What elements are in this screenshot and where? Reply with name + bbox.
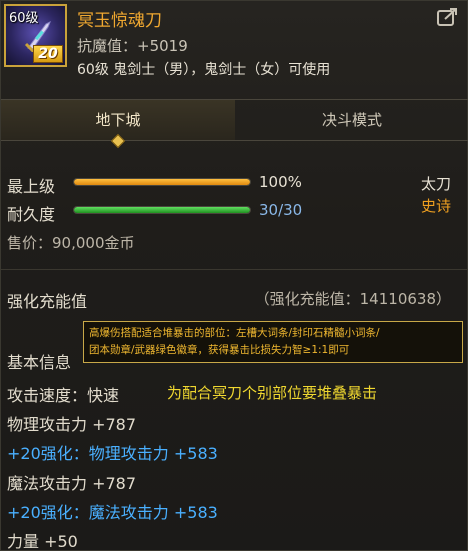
- resist-value: 抗魔值：+5019: [77, 37, 188, 55]
- magic-attack: 魔法攻击力 +787: [7, 474, 137, 493]
- max-level-bar: [73, 178, 251, 186]
- crit-tip-line-2: 团本勋章/武器绿色徽章，获得暴击比损失力智≥1:1即可: [89, 344, 350, 356]
- rarity-label: 史诗: [420, 197, 451, 215]
- tab-dungeon-label: 地下城: [95, 111, 141, 129]
- item-name: 冥玉惊魂刀: [77, 11, 162, 31]
- physical-attack: 物理攻击力 +787: [7, 415, 137, 434]
- durability-bar: [73, 206, 251, 214]
- tab-pvp-label: 决斗模式: [321, 111, 382, 129]
- divider: [1, 269, 468, 270]
- durability-bar-fill: [74, 207, 250, 213]
- enhance-value: （强化充能值：14110638）: [254, 290, 451, 308]
- crit-tip-line-1: 高爆伤搭配适合堆暴击的部位：左槽大词条/封印石精髓小词条/: [89, 327, 380, 339]
- durability-label: 耐久度: [7, 205, 56, 224]
- attack-speed: 攻击速度：快速: [7, 386, 120, 405]
- crit-tip-box: 高爆伤搭配适合堆暴击的部位：左槽大词条/封印石精髓小词条/ 团本勋章/武器绿色徽…: [83, 321, 463, 363]
- tab-dungeon[interactable]: 地下城: [1, 100, 235, 149]
- magic-attack-enhance: +20强化：魔法攻击力 +583: [7, 503, 218, 522]
- basic-info-title: 基本信息: [7, 353, 72, 372]
- sell-price: 售价：90,000金币: [7, 234, 135, 252]
- crit-note: 为配合冥刀个别部位要堆叠暴击: [167, 384, 378, 402]
- upgrade-badge: 20: [33, 45, 63, 63]
- item-icon: 60级 20: [4, 4, 67, 67]
- tab-pvp[interactable]: 决斗模式: [235, 100, 468, 140]
- active-tab-indicator-icon: [110, 133, 126, 149]
- mode-tabs: 地下城 决斗模式: [1, 99, 468, 149]
- usable-classes: 60级 鬼剑士（男），鬼剑士（女）可使用: [77, 62, 331, 78]
- max-level-label: 最上级: [7, 177, 56, 196]
- strength-stat: 力量 +50: [7, 532, 78, 551]
- durability-value: 30/30: [259, 201, 303, 219]
- max-level-bar-fill: [74, 179, 250, 185]
- share-icon[interactable]: [437, 7, 459, 27]
- enhance-label: 强化充能值: [7, 292, 88, 311]
- physical-attack-enhance: +20强化：物理攻击力 +583: [7, 444, 218, 463]
- max-level-value: 100%: [259, 173, 302, 191]
- weapon-type: 太刀: [420, 175, 451, 193]
- item-tooltip-panel: 60级 20 冥玉惊魂刀 抗魔值：+5019 60级 鬼剑士（男），鬼剑士（女）…: [0, 0, 468, 551]
